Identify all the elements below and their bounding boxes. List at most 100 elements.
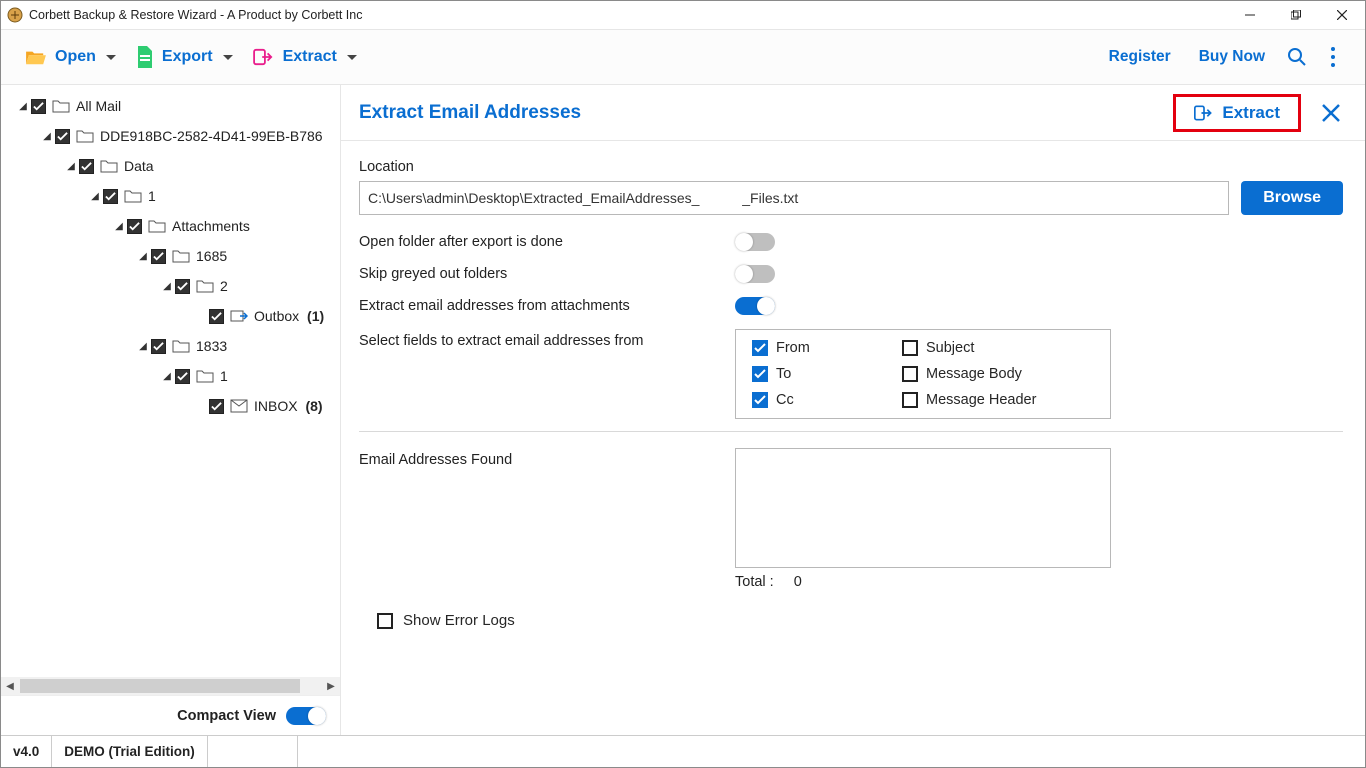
tree-checkbox[interactable]	[175, 369, 190, 384]
close-icon	[1321, 103, 1341, 123]
expand-icon[interactable]: ◢	[41, 131, 53, 142]
tree-item[interactable]: ◢1	[1, 181, 340, 211]
field-option[interactable]: Message Header	[902, 392, 1094, 408]
total-value: 0	[794, 574, 802, 590]
tree-item[interactable]: ◢Attachments	[1, 211, 340, 241]
tree-checkbox[interactable]	[175, 279, 190, 294]
expand-icon[interactable]: ◢	[89, 191, 101, 202]
scrollbar-thumb[interactable]	[20, 679, 300, 693]
expand-icon[interactable]: ◢	[113, 221, 125, 232]
tree-label: Outbox	[254, 308, 299, 324]
found-listbox[interactable]	[735, 448, 1111, 568]
field-option[interactable]: Cc	[752, 392, 902, 408]
folder-open-icon	[25, 48, 47, 66]
horizontal-scrollbar[interactable]: ◀ ▶	[1, 677, 340, 695]
tree-item[interactable]: ◢1833	[1, 331, 340, 361]
option-toggle[interactable]	[735, 265, 775, 283]
search-button[interactable]	[1279, 39, 1315, 75]
field-label: Message Body	[926, 366, 1022, 382]
folder-icon	[76, 129, 94, 143]
tree-item[interactable]: Outbox (1)	[1, 301, 340, 331]
expand-icon[interactable]: ◢	[65, 161, 77, 172]
folder-icon	[196, 279, 214, 293]
tree-checkbox[interactable]	[55, 129, 70, 144]
extract-button[interactable]: Extract	[1173, 94, 1301, 132]
maximize-button[interactable]	[1273, 1, 1319, 29]
close-panel-button[interactable]	[1315, 97, 1347, 129]
tree-item[interactable]: INBOX (8)	[1, 391, 340, 421]
field-checkbox[interactable]	[902, 366, 918, 382]
open-label: Open	[55, 48, 96, 66]
browse-button[interactable]: Browse	[1241, 181, 1343, 215]
field-checkbox[interactable]	[752, 366, 768, 382]
status-bar: v4.0 DEMO (Trial Edition)	[1, 735, 1365, 767]
field-checkbox[interactable]	[752, 392, 768, 408]
tree-label: DDE918BC-2582-4D41-99EB-B786	[100, 128, 323, 144]
location-input[interactable]	[359, 181, 1229, 215]
expand-icon[interactable]: ◢	[161, 281, 173, 292]
option-toggle[interactable]	[735, 297, 775, 315]
open-menu[interactable]: Open	[15, 42, 126, 72]
field-label: Cc	[776, 392, 794, 408]
scroll-left-icon[interactable]: ◀	[1, 677, 19, 695]
field-option[interactable]: Message Body	[902, 366, 1094, 382]
show-error-logs-checkbox[interactable]	[377, 613, 393, 629]
tree-item[interactable]: ◢2	[1, 271, 340, 301]
tree-checkbox[interactable]	[209, 399, 224, 414]
field-label: To	[776, 366, 791, 382]
version-text: v4.0	[1, 736, 52, 767]
title-bar: Corbett Backup & Restore Wizard - A Prod…	[1, 1, 1365, 29]
extract-icon	[253, 48, 275, 66]
status-empty-cell	[208, 736, 298, 767]
panel-title: Extract Email Addresses	[359, 102, 1159, 124]
tree-label: INBOX	[254, 398, 298, 414]
expand-icon[interactable]: ◢	[137, 341, 149, 352]
tree-item[interactable]: ◢Data	[1, 151, 340, 181]
expand-icon[interactable]: ◢	[17, 101, 29, 112]
field-option[interactable]: To	[752, 366, 902, 382]
buy-now-link[interactable]: Buy Now	[1185, 42, 1279, 72]
extract-action-icon	[1194, 104, 1214, 122]
more-menu[interactable]	[1315, 39, 1351, 75]
tree-item[interactable]: ◢1	[1, 361, 340, 391]
caret-down-icon	[347, 55, 357, 60]
expand-icon[interactable]: ◢	[161, 371, 173, 382]
tree-checkbox[interactable]	[127, 219, 142, 234]
export-menu[interactable]: Export	[126, 40, 243, 74]
tree-checkbox[interactable]	[209, 309, 224, 324]
item-count: (8)	[302, 398, 323, 414]
field-option[interactable]: Subject	[902, 340, 1094, 356]
close-window-button[interactable]	[1319, 1, 1365, 29]
tree-checkbox[interactable]	[151, 339, 166, 354]
app-icon	[7, 7, 23, 23]
extract-menu[interactable]: Extract	[243, 42, 367, 72]
minimize-button[interactable]	[1227, 1, 1273, 29]
extract-button-label: Extract	[1222, 103, 1280, 123]
field-checkbox[interactable]	[902, 392, 918, 408]
caret-down-icon	[106, 55, 116, 60]
expand-icon[interactable]: ◢	[137, 251, 149, 262]
total-row: Total : 0	[735, 574, 1111, 590]
tree-checkbox[interactable]	[151, 249, 166, 264]
option-toggle[interactable]	[735, 233, 775, 251]
location-label: Location	[359, 159, 1343, 175]
compact-view-toggle[interactable]	[286, 707, 326, 725]
tree-item[interactable]: ◢ All Mail	[1, 91, 340, 121]
scroll-right-icon[interactable]: ▶	[322, 677, 340, 695]
field-checkbox[interactable]	[752, 340, 768, 356]
main-toolbar: Open Export Extract Register Buy Now	[1, 29, 1365, 85]
tree-checkbox[interactable]	[103, 189, 118, 204]
tree-checkbox[interactable]	[31, 99, 46, 114]
option-label: Extract email addresses from attachments	[359, 298, 735, 314]
register-link[interactable]: Register	[1095, 42, 1185, 72]
tree-item[interactable]: ◢ DDE918BC-2582-4D41-99EB-B786	[1, 121, 340, 151]
field-option[interactable]: From	[752, 340, 902, 356]
tree-checkbox[interactable]	[79, 159, 94, 174]
folder-icon	[124, 189, 142, 203]
tree-label: All Mail	[76, 98, 121, 114]
tree-item[interactable]: ◢1685	[1, 241, 340, 271]
option-label: Open folder after export is done	[359, 234, 735, 250]
field-checkbox[interactable]	[902, 340, 918, 356]
total-label: Total :	[735, 574, 774, 590]
folder-tree[interactable]: ◢ All Mail ◢ DDE918BC-2582-4D41-99EB-B786 ◢D…	[1, 85, 340, 677]
